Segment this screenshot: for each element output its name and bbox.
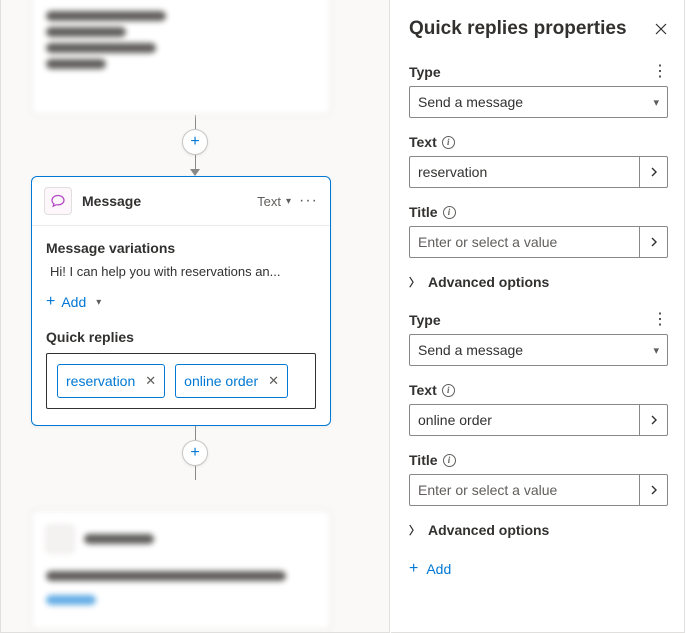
add-node-button-top[interactable]: + bbox=[182, 129, 208, 155]
properties-panel: Quick replies properties Type ⋮ Send a m… bbox=[391, 0, 685, 633]
info-icon[interactable]: i bbox=[443, 206, 456, 219]
close-icon bbox=[654, 22, 668, 36]
advanced-options-toggle[interactable]: 〉 Advanced options bbox=[409, 522, 668, 538]
format-label: Text bbox=[257, 194, 281, 209]
chevron-down-icon: ▾ bbox=[653, 344, 659, 357]
info-icon[interactable]: i bbox=[442, 384, 455, 397]
message-variations-label: Message variations bbox=[46, 240, 316, 256]
chevron-right-icon: 〉 bbox=[409, 274, 420, 290]
arrow-down-icon bbox=[190, 169, 200, 176]
text-label: Text bbox=[409, 134, 437, 150]
quick-replies-container[interactable]: reservation ✕ online order ✕ bbox=[46, 353, 316, 409]
node-more-menu[interactable]: ··· bbox=[299, 192, 318, 210]
advanced-options-toggle[interactable]: 〉 Advanced options bbox=[409, 274, 668, 290]
remove-chip-icon[interactable]: ✕ bbox=[145, 373, 156, 389]
expand-input-button[interactable] bbox=[639, 475, 667, 505]
text-input[interactable]: reservation bbox=[409, 156, 668, 188]
chip-label: reservation bbox=[66, 373, 135, 389]
chevron-down-icon: ▾ bbox=[96, 297, 101, 308]
message-icon bbox=[44, 187, 72, 215]
advanced-options-label: Advanced options bbox=[428, 522, 549, 538]
title-placeholder: Enter or select a value bbox=[418, 234, 639, 250]
type-value: Send a message bbox=[418, 94, 653, 110]
authoring-canvas: + Message Text ▾ ··· Message variations … bbox=[0, 0, 390, 633]
reply-group: Type ⋮ Send a message ▾ Text i online or… bbox=[409, 312, 668, 538]
type-label: Type bbox=[409, 312, 441, 328]
type-select[interactable]: Send a message ▾ bbox=[409, 334, 668, 366]
title-input[interactable]: Enter or select a value bbox=[409, 474, 668, 506]
plus-icon: + bbox=[46, 293, 55, 311]
chevron-right-icon bbox=[650, 415, 658, 425]
text-value: reservation bbox=[418, 164, 639, 180]
text-value: online order bbox=[418, 412, 639, 428]
chevron-right-icon bbox=[650, 485, 658, 495]
expand-input-button[interactable] bbox=[639, 405, 667, 435]
remove-chip-icon[interactable]: ✕ bbox=[268, 373, 279, 389]
add-label: Add bbox=[426, 561, 451, 577]
panel-title: Quick replies properties bbox=[409, 18, 627, 40]
chevron-right-icon: 〉 bbox=[409, 522, 420, 538]
chevron-down-icon: ▾ bbox=[286, 196, 291, 207]
chevron-right-icon bbox=[650, 167, 658, 177]
close-panel-button[interactable] bbox=[654, 22, 668, 36]
type-label: Type bbox=[409, 64, 441, 80]
text-input[interactable]: online order bbox=[409, 404, 668, 436]
connector: + bbox=[1, 115, 389, 176]
advanced-options-label: Advanced options bbox=[428, 274, 549, 290]
chevron-right-icon bbox=[650, 237, 658, 247]
message-node-title: Message bbox=[82, 193, 257, 209]
expand-input-button[interactable] bbox=[639, 227, 667, 257]
blurred-node-top bbox=[31, 0, 331, 115]
type-select[interactable]: Send a message ▾ bbox=[409, 86, 668, 118]
chevron-down-icon: ▾ bbox=[653, 96, 659, 109]
message-node[interactable]: Message Text ▾ ··· Message variations Hi… bbox=[31, 176, 331, 426]
message-node-header: Message Text ▾ ··· bbox=[32, 177, 330, 226]
chip-label: online order bbox=[184, 373, 258, 389]
message-variation-text[interactable]: Hi! I can help you with reservations an.… bbox=[50, 264, 316, 279]
title-placeholder: Enter or select a value bbox=[418, 482, 639, 498]
add-variation-button[interactable]: + Add ▾ bbox=[46, 293, 316, 311]
group-more-menu[interactable]: ⋮ bbox=[652, 64, 668, 80]
quick-replies-label: Quick replies bbox=[46, 329, 316, 345]
format-selector[interactable]: Text ▾ bbox=[257, 194, 291, 209]
title-label: Title bbox=[409, 452, 438, 468]
quick-reply-chip[interactable]: online order ✕ bbox=[175, 364, 288, 398]
expand-input-button[interactable] bbox=[639, 157, 667, 187]
add-variation-label: Add bbox=[61, 294, 86, 310]
plus-icon: + bbox=[409, 560, 418, 578]
quick-reply-chip[interactable]: reservation ✕ bbox=[57, 364, 165, 398]
add-quick-reply-button[interactable]: + Add bbox=[409, 560, 668, 578]
blurred-node-bottom bbox=[31, 510, 331, 630]
type-value: Send a message bbox=[418, 342, 653, 358]
reply-group: Type ⋮ Send a message ▾ Text i reservati… bbox=[409, 64, 668, 290]
info-icon[interactable]: i bbox=[442, 136, 455, 149]
group-more-menu[interactable]: ⋮ bbox=[652, 312, 668, 328]
title-label: Title bbox=[409, 204, 438, 220]
text-label: Text bbox=[409, 382, 437, 398]
title-input[interactable]: Enter or select a value bbox=[409, 226, 668, 258]
connector: + bbox=[1, 426, 389, 480]
info-icon[interactable]: i bbox=[443, 454, 456, 467]
add-node-button-bottom[interactable]: + bbox=[182, 440, 208, 466]
